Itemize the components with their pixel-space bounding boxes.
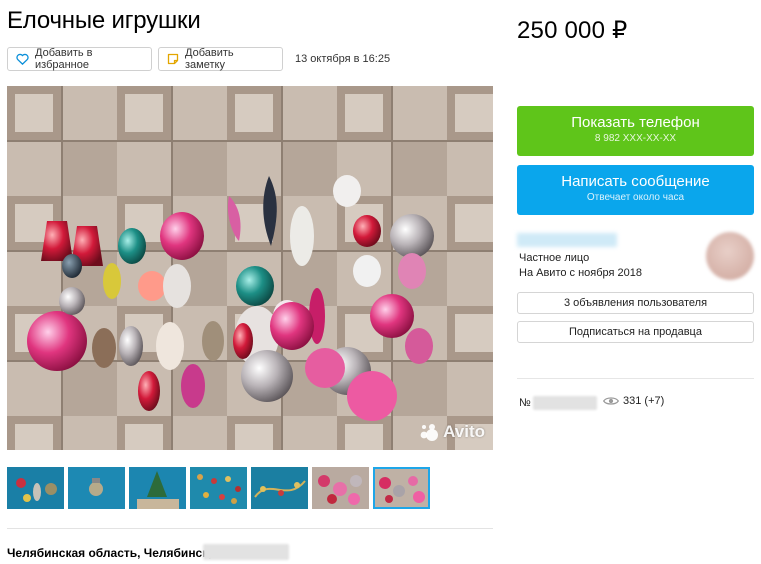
thumbnail-6[interactable]: [312, 467, 369, 509]
favorite-label: Добавить в избранное: [35, 47, 93, 71]
thumbnail-strip: [7, 467, 430, 509]
ad-number-label: №: [519, 397, 531, 409]
seller-type: Частное лицо: [519, 252, 590, 264]
seller-since: На Авито с ноября 2018: [519, 267, 643, 279]
ad-number-redacted: [533, 396, 597, 410]
divider: [517, 378, 754, 379]
ornaments-photo: [7, 86, 493, 450]
thumbnail-7[interactable]: [373, 467, 430, 509]
show-phone-label: Показать телефон: [571, 114, 700, 131]
thumbnail-5[interactable]: [251, 467, 308, 509]
write-message-label: Написать сообщение: [561, 173, 710, 190]
add-note-button[interactable]: Добавить заметку: [158, 47, 283, 71]
watermark-text: Avito: [443, 422, 485, 441]
note-label: Добавить заметку: [185, 47, 234, 71]
avito-logo-icon: [420, 424, 439, 441]
seller-name-redacted[interactable]: [517, 233, 617, 247]
add-to-favorites-button[interactable]: Добавить в избранное: [7, 47, 152, 71]
user-ads-button[interactable]: 3 объявления пользователя: [517, 292, 754, 314]
address: Челябинская область, Челябинск,: [7, 546, 212, 560]
thumbnail-1[interactable]: [7, 467, 64, 509]
views-count: 331 (+7): [623, 395, 665, 407]
thumbnail-2[interactable]: [68, 467, 125, 509]
listing-title: Елочные игрушки: [7, 7, 201, 34]
thumbnail-4[interactable]: [190, 467, 247, 509]
show-phone-button[interactable]: Показать телефон 8 982 XXX-XX-XX: [517, 106, 754, 156]
note-icon: [167, 53, 179, 65]
main-photo[interactable]: Avito: [7, 86, 493, 450]
views-counter: 331 (+7): [603, 395, 664, 407]
address-region: Челябинская область, Челябинск,: [7, 546, 212, 560]
subscribe-seller-button[interactable]: Подписаться на продавца: [517, 321, 754, 343]
thumbnail-3[interactable]: [129, 467, 186, 509]
listing-date: 13 октября в 16:25: [295, 53, 391, 65]
eye-icon: [603, 397, 619, 405]
response-time: Отвечает около часа: [586, 192, 685, 203]
write-message-button[interactable]: Написать сообщение Отвечает около часа: [517, 165, 754, 215]
seller-avatar[interactable]: [706, 232, 754, 280]
listing-price: 250 000 ₽: [517, 17, 628, 44]
address-redacted: [203, 544, 289, 560]
divider: [7, 528, 493, 529]
avito-watermark: Avito: [419, 422, 485, 442]
heart-outline-icon: [16, 53, 29, 65]
masked-phone: 8 982 XXX-XX-XX: [594, 133, 677, 144]
